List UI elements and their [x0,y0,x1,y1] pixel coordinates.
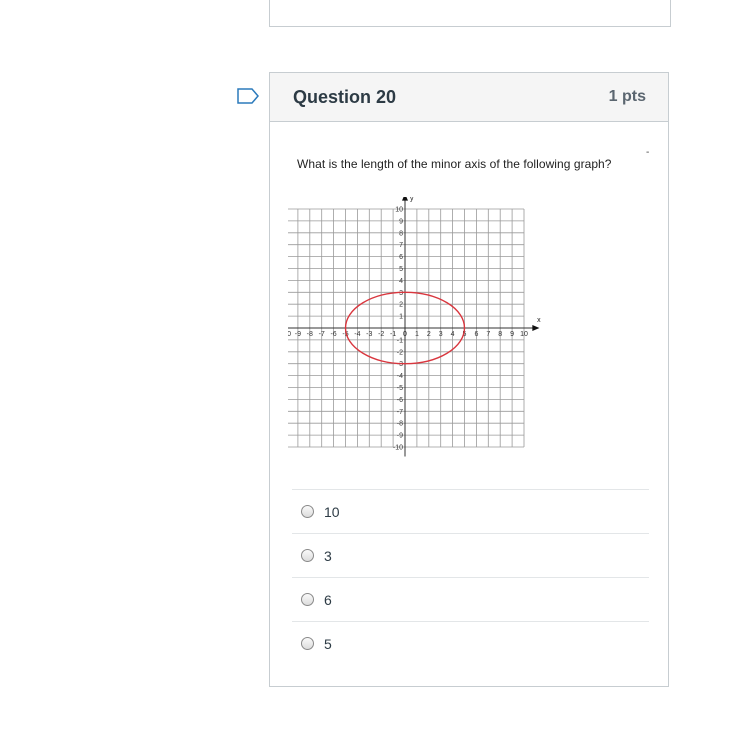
x-axis-arrow [532,325,540,331]
y-tick-label: 3 [399,290,403,297]
ellipse-graph: yx-10-9-8-7-6-5-4-3-2-101234567891010987… [288,197,541,457]
answer-option[interactable]: 5 [292,621,649,665]
y-tick-label: 9 [399,218,403,225]
y-tick-label: 1 [399,314,403,321]
x-tick-label: 2 [427,331,431,338]
y-tick-label: 7 [399,242,403,249]
question-text: What is the length of the minor axis of … [297,157,612,171]
previous-question-card [269,0,671,27]
x-tick-label: 1 [415,331,419,338]
y-tick-label: -8 [397,421,403,428]
radio-button[interactable] [301,593,314,606]
answer-label: 3 [324,547,332,564]
x-tick-label: 0 [403,331,407,338]
answer-label: 6 [324,591,332,608]
y-tick-label: -1 [397,337,403,344]
question-header: Question 20 1 pts [270,73,668,122]
answer-option[interactable]: 6 [292,577,649,621]
x-tick-label: 9 [510,331,514,338]
question-title: Question 20 [293,86,397,107]
x-tick-label: -3 [366,331,372,338]
x-tick-label: -8 [307,331,313,338]
y-tick-label: 2 [399,302,403,309]
x-axis-label: x [537,317,541,324]
y-tick-label: -10 [393,445,403,452]
x-tick-label: -6 [330,331,336,338]
x-tick-label: -10 [288,331,291,338]
y-tick-label: -2 [397,349,403,356]
radio-button[interactable] [301,637,314,650]
y-tick-label: 8 [399,230,403,237]
question-points: 1 pts [608,88,646,105]
y-axis-label: y [410,197,414,203]
x-tick-label: -2 [378,331,384,338]
x-tick-label: 4 [451,331,455,338]
x-tick-label: 3 [439,331,443,338]
y-tick-label: -6 [397,397,403,404]
y-tick-label: -3 [397,361,403,368]
question-card: Question 20 1 pts - What is the length o… [269,72,669,687]
answer-list: 10 3 6 5 [292,489,649,665]
y-tick-label: 10 [395,207,403,214]
radio-button[interactable] [301,549,314,562]
y-tick-label: -7 [397,409,403,416]
radio-button[interactable] [301,505,314,518]
y-tick-label: 5 [399,266,403,273]
y-tick-label: -9 [397,433,403,440]
question-tick-mark: - [646,147,650,158]
x-tick-label: 8 [498,331,502,338]
x-tick-label: 7 [486,331,490,338]
answer-option[interactable]: 10 [292,489,649,533]
flag-question-icon[interactable] [237,88,259,104]
x-tick-label: 6 [474,331,478,338]
y-tick-label: -5 [397,385,403,392]
x-tick-label: -1 [390,331,396,338]
y-tick-label: -4 [397,373,403,380]
answer-label: 10 [324,503,340,520]
y-tick-label: 6 [399,254,403,261]
answer-option[interactable]: 3 [292,533,649,577]
answer-label: 5 [324,635,332,652]
x-tick-label: -4 [354,331,360,338]
y-tick-label: 4 [399,278,403,285]
x-tick-label: -9 [295,331,301,338]
y-axis-arrow [402,197,408,201]
x-tick-label: -7 [319,331,325,338]
x-tick-label: 10 [520,331,528,338]
